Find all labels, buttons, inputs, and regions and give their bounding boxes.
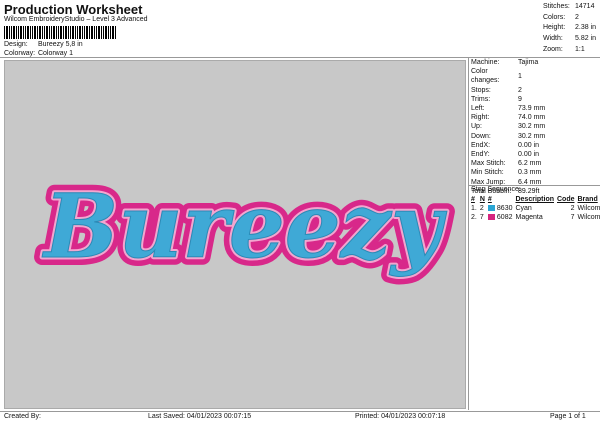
footer-divider <box>0 411 600 412</box>
summary-label: Height: <box>543 24 566 32</box>
colorway-row: Colorway: Colorway 1 <box>4 50 73 57</box>
machine-info-value: Tajima <box>518 59 539 66</box>
stop-n: 7 <box>479 214 484 221</box>
col-header: # <box>471 196 475 203</box>
stop-thread: 8630 <box>487 204 516 213</box>
machine-info-label: EndX: <box>471 141 491 149</box>
stop-sequence-title: Stop Sequence: <box>471 186 521 193</box>
summary-value: 2 <box>575 13 579 21</box>
machine-info-value: 9 <box>518 95 522 103</box>
machine-info-value: 30.2 mm <box>518 123 546 131</box>
stop-brand: Wilcom <box>577 214 600 221</box>
page-title: Production Worksheet <box>4 2 143 17</box>
color-swatch-magenta <box>487 214 495 221</box>
machine-info-row: EndY: 0.00 in <box>471 150 545 159</box>
design-label: Design: <box>4 41 28 48</box>
machine-info-value: 30.2 mm <box>518 132 546 140</box>
summary-row: Width: 5.82 in <box>543 34 596 45</box>
col-header: Brand <box>577 196 598 203</box>
machine-info-table: Machine: Tajima Color changes: 1 Stops: 2 Trim… <box>471 58 545 196</box>
summary-row: Height: 2.38 in <box>543 23 596 34</box>
machine-info-row: Right: 74.0 mm <box>471 113 545 122</box>
machine-info-value: 6.2 mm <box>518 160 542 168</box>
machine-info-label: Min Stitch: <box>471 169 504 177</box>
panel-divider <box>468 58 469 410</box>
summary-value: 14714 <box>575 3 595 10</box>
machine-info-label: EndY: <box>471 151 490 159</box>
machine-info-value: 73.9 mm <box>518 105 546 113</box>
stop-brand: Wilcom <box>577 205 600 212</box>
machine-info-label: Trims: <box>471 95 491 103</box>
printed-date: Printed: 04/01/2023 00:07:18 <box>355 413 446 420</box>
summary-value: 5.82 in <box>575 35 597 43</box>
machine-info-row: Machine: Tajima <box>471 58 545 67</box>
colorway-value: Colorway 1 <box>37 50 73 57</box>
last-saved: Last Saved: 04/01/2023 00:07:15 <box>148 413 252 420</box>
machine-info-row: Stops: 2 <box>471 86 545 95</box>
machine-info-value: 0.00 in <box>518 151 540 159</box>
design-row: Design: Bureezy 5,8 in <box>4 41 83 48</box>
stop-description: Cyan <box>515 205 532 212</box>
stop-thread: 6082 <box>487 213 516 222</box>
machine-info-label: Down: <box>471 132 491 140</box>
machine-info-label: Max Stitch: <box>471 160 506 168</box>
summary-label: Width: <box>543 35 563 43</box>
summary-label: Stitches: <box>543 3 570 10</box>
machine-info-value: 0.00 in <box>518 141 540 149</box>
stop-code: 7 <box>570 214 575 221</box>
color-swatch-cyan <box>487 205 495 212</box>
summary-value: 2.38 in <box>575 24 597 32</box>
stop-code: 2 <box>570 205 575 212</box>
col-header: Code <box>557 196 575 203</box>
design-preview: Bureezy Bureezy Bureezy <box>33 166 456 286</box>
machine-info-value: 74.0 mm <box>518 114 546 122</box>
machine-info-row: Color changes: 1 <box>471 67 545 85</box>
machine-info-label: Up: <box>471 123 482 131</box>
summary-label: Colors: <box>543 13 566 21</box>
machine-info-value: 2 <box>518 86 522 94</box>
col-header: N <box>479 196 485 203</box>
machine-info-value: 0.3 mm <box>518 169 542 177</box>
stop-row: 2. 7 6082 Magenta 7 Wilcom <box>471 213 600 222</box>
summary-label: Zoom: <box>543 45 563 53</box>
summary-row: Stitches: 14714 <box>543 2 596 13</box>
machine-info-label: Color changes: <box>471 68 500 85</box>
thread-number: 8630 <box>496 205 513 212</box>
stop-sequence-table: # N # Description Code Brand 1. 2 8630 C… <box>471 195 600 222</box>
stop-num: 2. <box>471 214 477 221</box>
machine-info-label: Left: <box>471 105 485 113</box>
summary-table: Stitches: 14714 Colors: 2 Height: 2.38 in W… <box>543 2 596 56</box>
machine-info-label: Stops: <box>471 86 491 94</box>
colorway-label: Colorway: <box>4 50 36 57</box>
summary-row: Zoom: 1:1 <box>543 45 596 56</box>
machine-info-label: Right: <box>471 114 490 122</box>
machine-info-row: Min Stitch: 0.3 mm <box>471 168 545 177</box>
machine-info-row: Up: 30.2 mm <box>471 122 545 131</box>
machine-info-row: EndX: 0.00 in <box>471 141 545 150</box>
summary-value: 1:1 <box>575 45 585 53</box>
col-header: # <box>487 196 492 203</box>
machine-info-value: 1 <box>518 72 522 80</box>
design-value: Bureezy 5,8 in <box>37 41 83 48</box>
design-preview-canvas: Bureezy Bureezy Bureezy <box>4 60 466 409</box>
stop-header-row: # N # Description Code Brand <box>471 195 600 204</box>
col-header: Description <box>515 196 554 203</box>
created-by: Created By: <box>4 413 41 420</box>
stop-num: 1. <box>471 205 477 212</box>
machine-info-row: Left: 73.9 mm <box>471 104 545 113</box>
page-number: Page 1 of 1 <box>550 413 586 420</box>
barcode <box>4 26 116 39</box>
summary-row: Colors: 2 <box>543 13 596 24</box>
embroidery-fill-cyan: Bureezy <box>41 174 448 278</box>
machine-info-row: Trims: 9 <box>471 95 545 104</box>
stop-description: Magenta <box>515 214 543 221</box>
thread-number: 6082 <box>496 214 513 221</box>
stop-row: 1. 2 8630 Cyan 2 Wilcom <box>471 204 600 213</box>
machine-info-row: Down: 30.2 mm <box>471 132 545 141</box>
software-subtitle: Wilcom EmbroideryStudio – Level 3 Advanc… <box>4 16 148 23</box>
stop-n: 2 <box>479 205 484 212</box>
machine-info-row: Max Stitch: 6.2 mm <box>471 159 545 168</box>
machine-info-label: Machine: <box>471 59 500 66</box>
